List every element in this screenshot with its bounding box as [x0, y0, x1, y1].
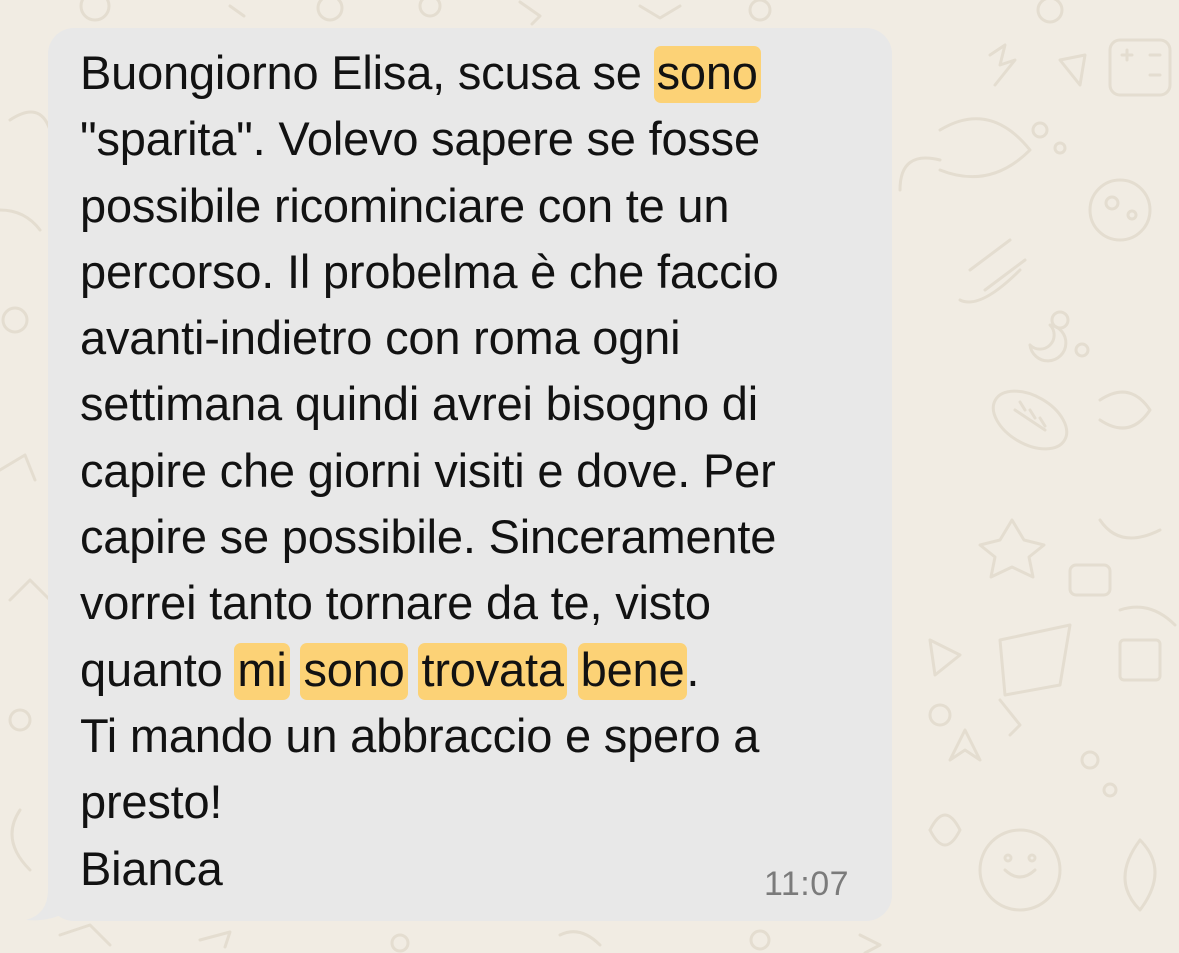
message-line: vorrei tanto tornare da te, visto [80, 576, 711, 630]
message-line: quanto mi sono trovata bene. [80, 637, 880, 703]
message-line: capire se possibile. Sinceramente [80, 510, 777, 564]
message-text-segment: quanto [80, 642, 236, 696]
message-line: capire che giorni visiti e dove. Per [80, 443, 776, 497]
search-highlight: trovata [418, 642, 567, 700]
message-line: "sparita". Volevo sapere se fosse [80, 112, 760, 166]
message-text: Buongiorno Elisa, scusa se sono "sparita… [80, 40, 880, 902]
search-highlight: sono [653, 46, 761, 103]
message-text-segment: Buongiorno Elisa, scusa se [80, 46, 655, 99]
message-line: Buongiorno Elisa, scusa se sono [80, 40, 880, 106]
message-line: settimana quindi avrei bisogno di [80, 377, 758, 431]
message-timestamp: 11:07 [764, 865, 850, 903]
search-highlight: mi [234, 642, 290, 700]
search-highlight: bene [577, 642, 688, 700]
search-highlight: sono [300, 642, 408, 700]
message-bubble[interactable]: Buongiorno Elisa, scusa se sono "sparita… [48, 28, 892, 921]
message-line: Ti mando un abbraccio e spero a [80, 708, 760, 762]
message-line: avanti-indietro con roma ogni [80, 311, 681, 365]
message-line: percorso. Il probelma è che faccio [80, 244, 779, 298]
message-line: presto! [80, 775, 223, 829]
message-text-segment: . [686, 642, 700, 696]
message-line: possibile ricominciare con te un [80, 178, 730, 232]
message-line: Bianca [80, 841, 223, 895]
